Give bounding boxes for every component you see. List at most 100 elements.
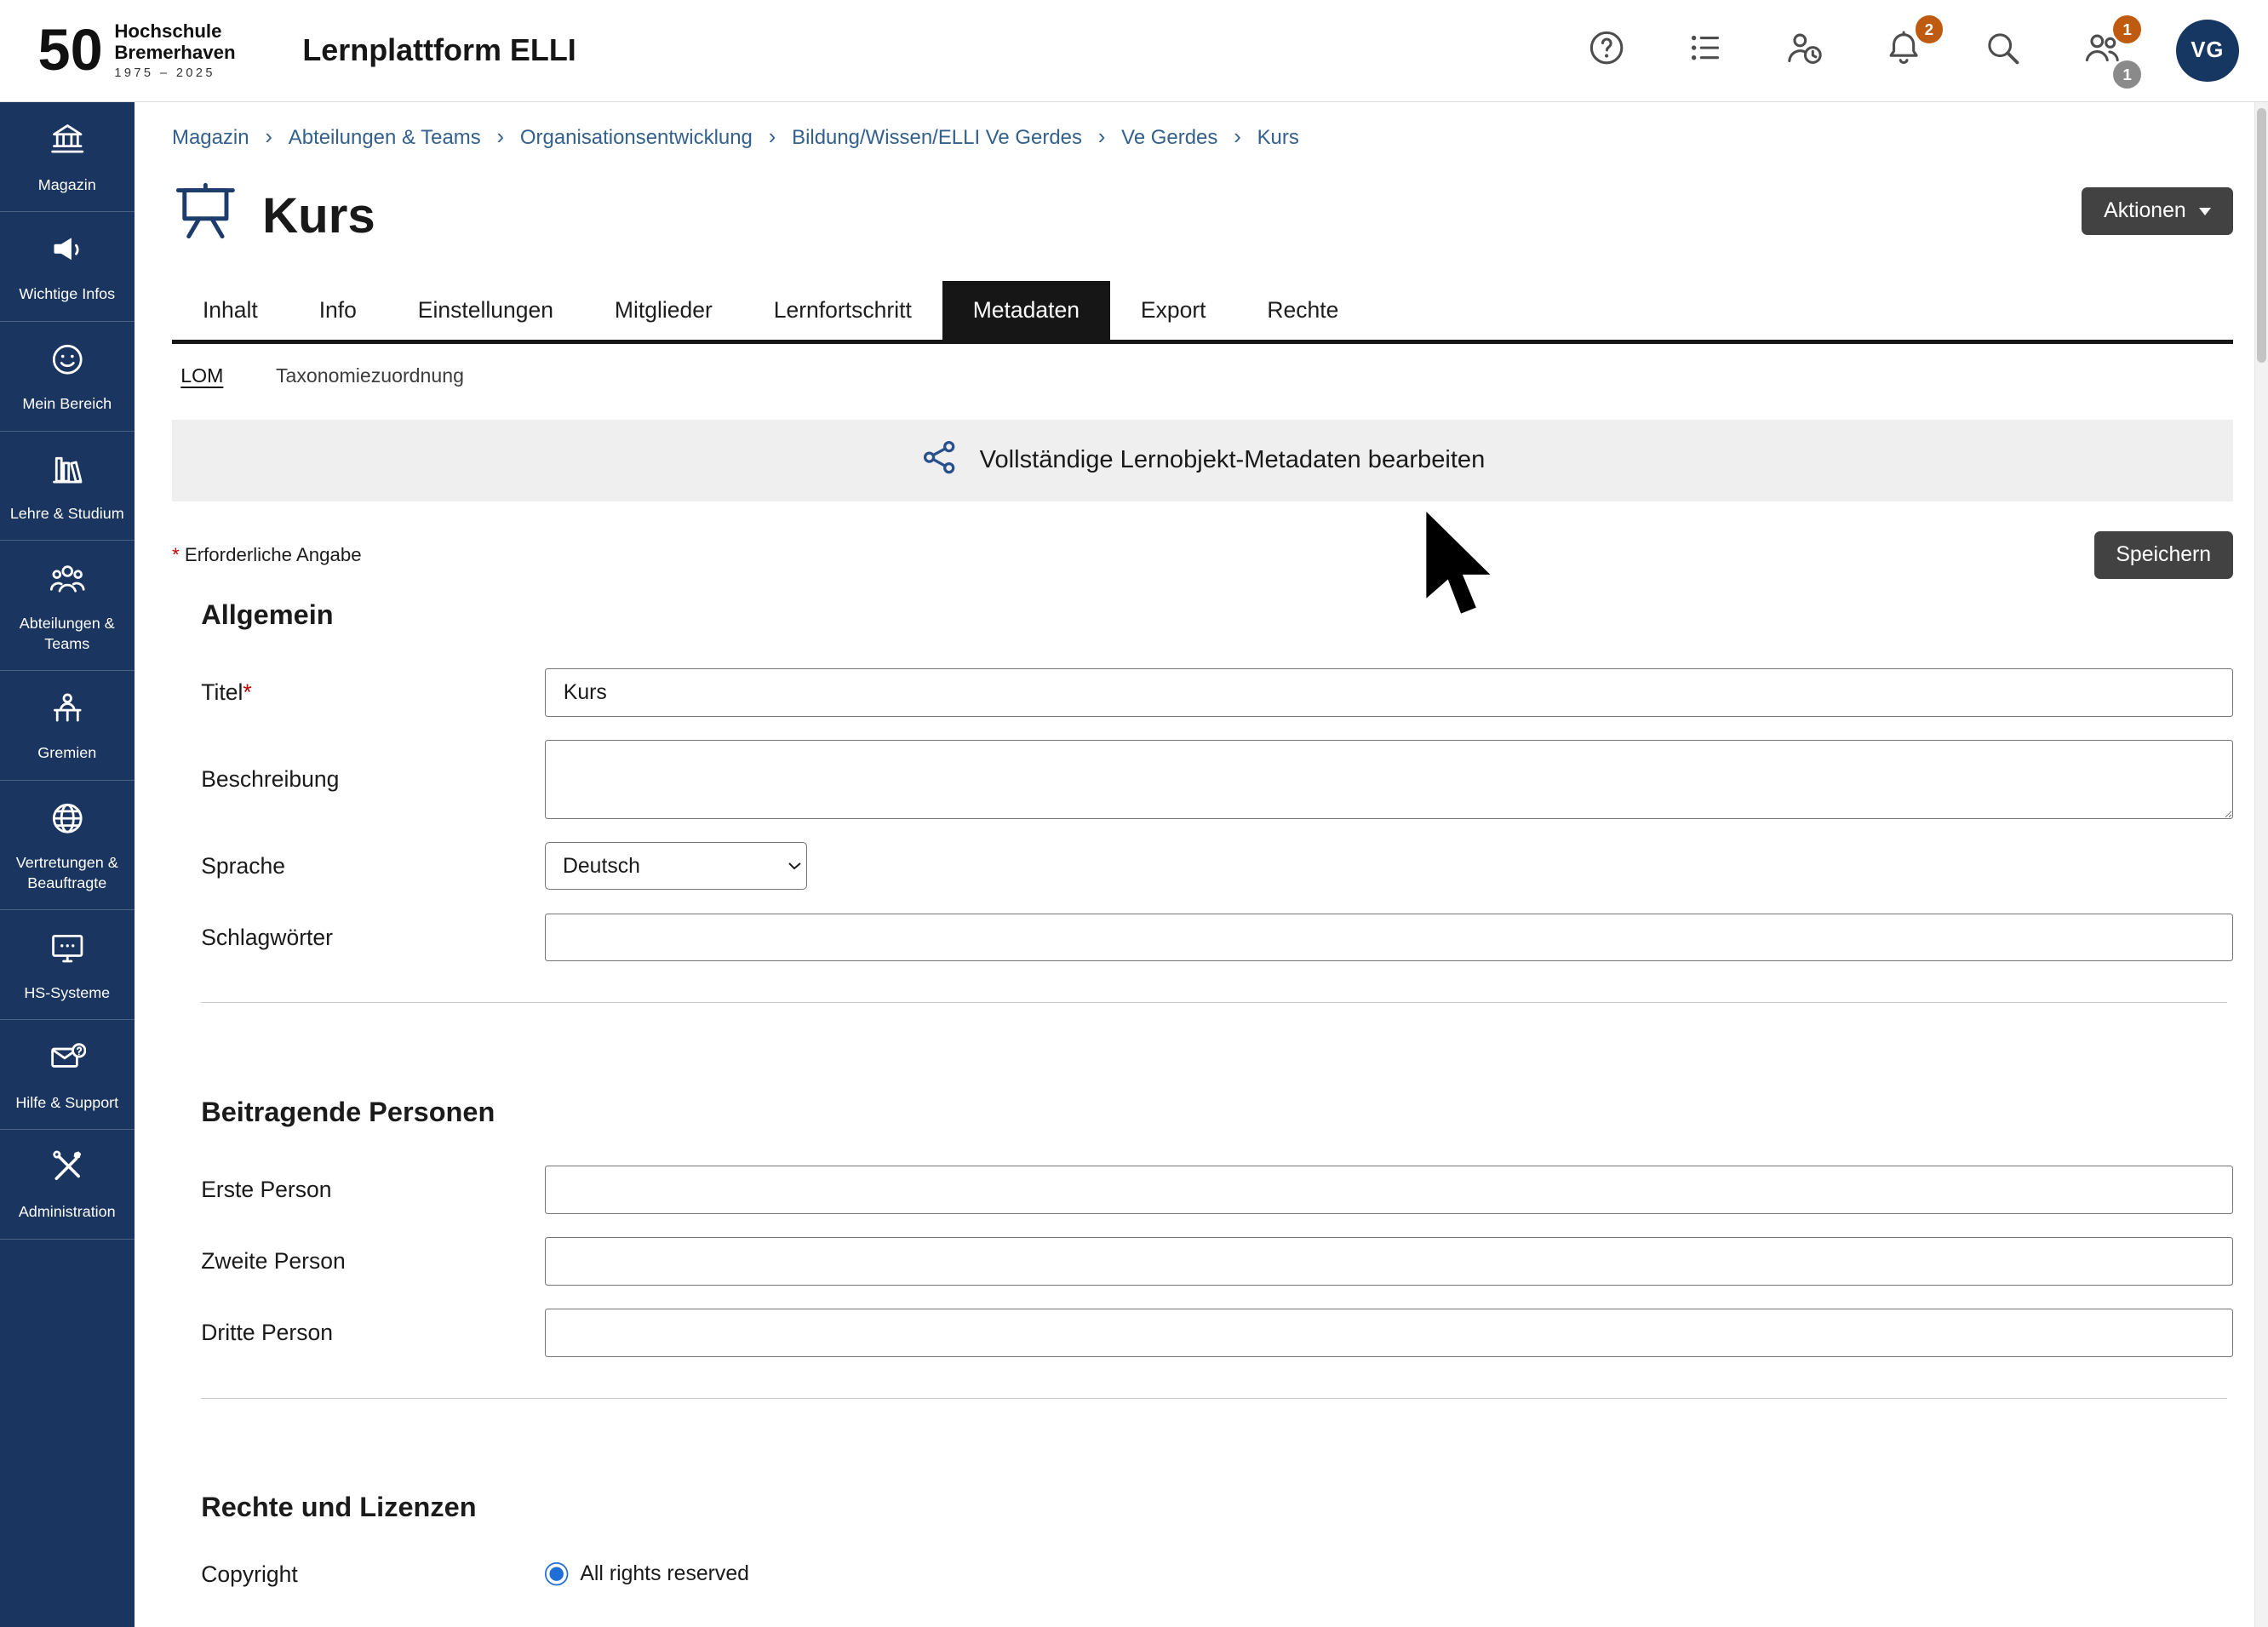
beschreibung-textarea[interactable] (545, 740, 2233, 818)
books-icon (49, 450, 87, 495)
search-button[interactable] (1978, 26, 2027, 75)
breadcrumb-item-magazin[interactable]: Magazin (172, 126, 249, 150)
section-divider (201, 1002, 2227, 1003)
scrollbar-thumb[interactable] (2257, 108, 2266, 364)
task-list-icon (1686, 28, 1725, 72)
notifications-badge: 2 (1916, 15, 1944, 43)
contacts-button[interactable]: 1 1 (2077, 26, 2127, 75)
zweite-person-label: Zweite Person (201, 1248, 545, 1275)
sidebar-item-abteilungen-teams[interactable]: Abteilungen & Teams (0, 541, 135, 670)
course-board-icon (172, 179, 239, 252)
beschreibung-label: Beschreibung (201, 766, 545, 793)
subtab-bar: LOM Taxonomiezuordnung (172, 344, 2233, 410)
help-icon (1587, 28, 1626, 72)
sidebar-item-vertretungen-beauftragte[interactable]: Vertretungen & Beauftragte (0, 781, 135, 910)
tab-metadaten[interactable]: Metadaten (942, 281, 1110, 340)
section-allgemein: Allgemein (201, 599, 2233, 631)
search-icon (1983, 28, 2022, 72)
chevron-down-icon (2199, 208, 2211, 215)
megaphone-icon (49, 231, 87, 275)
form-toolbar: * Erforderliche Angabe Speichern (172, 531, 2233, 578)
avatar[interactable]: VG (2176, 20, 2239, 83)
sidebar-item-administration[interactable]: Administration (0, 1130, 135, 1240)
bank-icon (49, 121, 87, 165)
breadcrumb-item-organisationsentwicklung[interactable]: Organisationsentwicklung (520, 126, 753, 150)
zweite-person-row: Zweite Person (201, 1237, 2233, 1285)
breadcrumb-item-bildung-wissen[interactable]: Bildung/Wissen/ELLI Ve Gerdes (792, 126, 1082, 150)
header-actions: 2 1 1 VG (1582, 20, 2239, 83)
copyright-option-row: All rights reserved (545, 1562, 2233, 1586)
main-content: Magazin › Abteilungen & Teams › Organisa… (135, 102, 2268, 1588)
page-title-row: Kurs Aktionen (172, 179, 2233, 252)
task-list-button[interactable] (1681, 26, 1730, 75)
scrollbar[interactable] (2254, 102, 2267, 1627)
page: { "header": { "app_title": "Lernplattfor… (0, 0, 2268, 1627)
breadcrumb: Magazin › Abteilungen & Teams › Organisa… (172, 119, 2233, 167)
breadcrumb-separator: › (497, 125, 505, 150)
breadcrumb-item-abteilungen-teams[interactable]: Abteilungen & Teams (289, 126, 481, 150)
contacts-badge-secondary: 1 (2113, 60, 2141, 89)
sidebar: Magazin Wichtige Infos Mein Bereich Lehr… (0, 102, 135, 1627)
breadcrumb-separator: › (265, 125, 272, 150)
notifications-button[interactable]: 2 (1879, 26, 1928, 75)
zweite-person-input[interactable] (545, 1237, 2233, 1285)
copyright-radio[interactable] (545, 1562, 568, 1585)
section-beitragende-personen: Beitragende Personen (201, 1097, 2233, 1128)
tools-icon (49, 1149, 87, 1193)
schlagwoerter-input[interactable] (545, 914, 2233, 961)
sidebar-item-wichtige-infos[interactable]: Wichtige Infos (0, 212, 135, 322)
titel-label: Titel* (201, 679, 545, 706)
sidebar-item-magazin[interactable]: Magazin (0, 102, 135, 212)
monitor-icon (49, 929, 87, 973)
mail-help-icon (49, 1039, 87, 1083)
titel-input[interactable] (545, 668, 2233, 716)
full-metadata-banner: Vollständige Lernobjekt-Metadaten bearbe… (172, 420, 2233, 501)
sidebar-item-hilfe-support[interactable]: Hilfe & Support (0, 1020, 135, 1130)
schlagwoerter-row: Schlagwörter (201, 914, 2233, 961)
tab-info[interactable]: Info (289, 281, 387, 340)
help-button[interactable] (1582, 26, 1631, 75)
page-title: Kurs (262, 187, 375, 244)
breadcrumb-item-kurs[interactable]: Kurs (1257, 126, 1299, 150)
titel-row: Titel* (201, 668, 2233, 716)
erste-person-row: Erste Person (201, 1166, 2233, 1213)
tab-mitglieder[interactable]: Mitglieder (584, 281, 743, 340)
breadcrumb-item-ve-gerdes[interactable]: Ve Gerdes (1121, 126, 1217, 150)
sidebar-item-mein-bereich[interactable]: Mein Bereich (0, 322, 135, 432)
tab-inhalt[interactable]: Inhalt (172, 281, 289, 340)
sidebar-item-hs-systeme[interactable]: HS-Systeme (0, 910, 135, 1020)
speichern-button[interactable]: Speichern (2094, 531, 2233, 578)
metadata-form: Allgemein Titel* Beschreibung Sprache De… (172, 599, 2233, 1588)
person-clock-icon (1784, 28, 1824, 72)
recent-activity-button[interactable] (1779, 26, 1829, 75)
dritte-person-input[interactable] (545, 1309, 2233, 1356)
tab-einstellungen[interactable]: Einstellungen (387, 281, 584, 340)
tab-export[interactable]: Export (1110, 281, 1237, 340)
logo-text: Hochschule Bremerhaven 1975 – 2025 (114, 20, 235, 81)
sidebar-item-gremien[interactable]: Gremien (0, 671, 135, 781)
subtab-taxonomiezuordnung[interactable]: Taxonomiezuordnung (276, 364, 464, 387)
tab-bar: Inhalt Info Einstellungen Mitglieder Ler… (172, 281, 2233, 344)
aktionen-button[interactable]: Aktionen (2082, 187, 2232, 234)
logo-50: 50 (38, 21, 103, 79)
sprache-select[interactable]: Deutsch (545, 842, 807, 890)
full-metadata-link[interactable]: Vollständige Lernobjekt-Metadaten bearbe… (920, 438, 1486, 483)
university-logo[interactable]: 50 Hochschule Bremerhaven 1975 – 2025 (38, 20, 236, 81)
sprache-select-wrap: Deutsch (545, 842, 2233, 890)
sidebar-item-lehre-studium[interactable]: Lehre & Studium (0, 432, 135, 541)
sprache-row: Sprache Deutsch (201, 842, 2233, 890)
subtab-lom[interactable]: LOM (180, 364, 223, 387)
tab-lernfortschritt[interactable]: Lernfortschritt (743, 281, 942, 340)
team-icon (49, 560, 87, 604)
erste-person-label: Erste Person (201, 1177, 545, 1203)
dritte-person-label: Dritte Person (201, 1320, 545, 1346)
section-rechte-lizenzen: Rechte und Lizenzen (201, 1492, 2233, 1523)
copyright-option-label: All rights reserved (580, 1562, 749, 1586)
breadcrumb-separator: › (769, 125, 776, 150)
contacts-badge: 1 (2113, 15, 2141, 43)
tab-rechte[interactable]: Rechte (1236, 281, 1369, 340)
erste-person-input[interactable] (545, 1166, 2233, 1213)
section-divider (201, 1398, 2227, 1399)
breadcrumb-separator: › (1098, 125, 1106, 150)
breadcrumb-separator: › (1234, 125, 1241, 150)
